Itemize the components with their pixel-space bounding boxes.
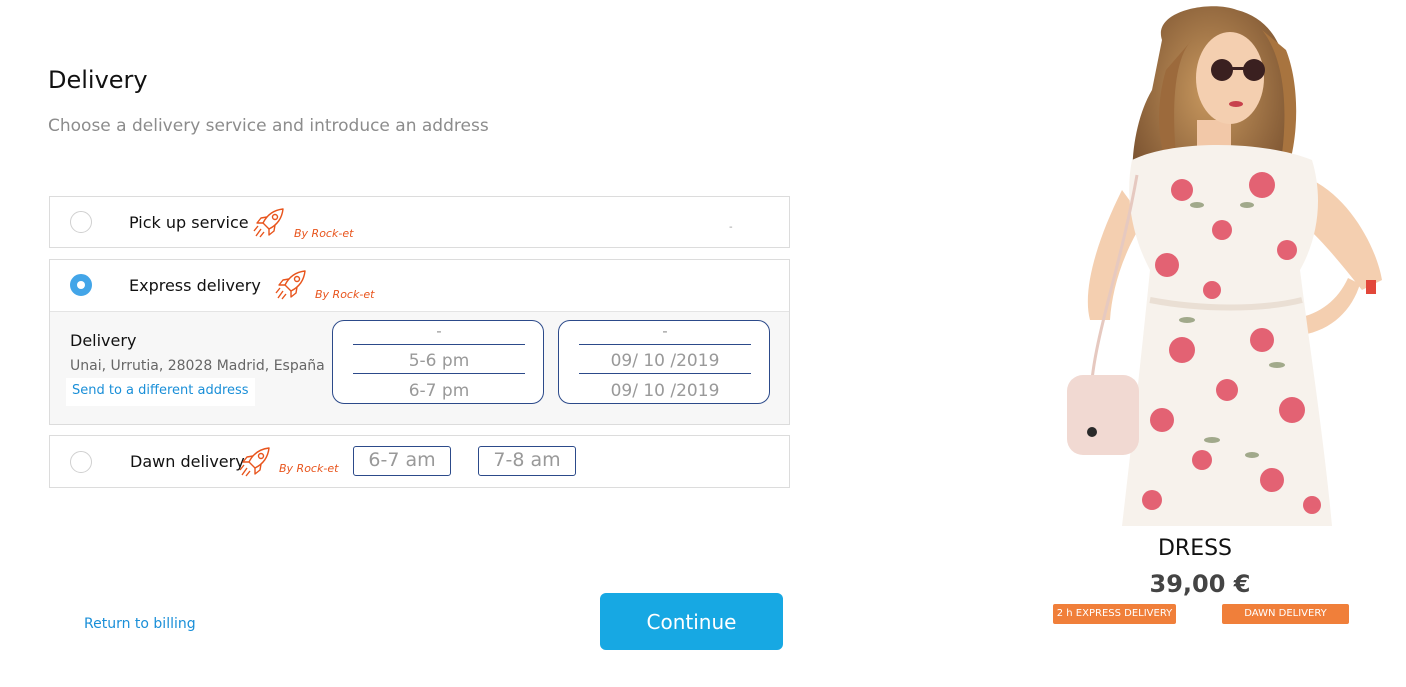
pickup-mark: -	[729, 222, 733, 233]
product-name: DRESS	[1157, 536, 1233, 561]
time-picker[interactable]: - 5-6 pm 6-7 pm	[332, 320, 544, 404]
product-image	[1067, 6, 1382, 526]
send-different-address-link[interactable]: Send to a different address	[66, 378, 255, 406]
express-byline: By Rock-et	[315, 288, 375, 301]
option-dawn-label: Dawn delivery	[130, 452, 245, 471]
return-to-billing-link[interactable]: Return to billing	[84, 616, 196, 632]
radio-pickup[interactable]	[70, 211, 92, 233]
dawn-byline: By Rock-et	[279, 462, 339, 475]
date-option[interactable]: 09/ 10 /2019	[579, 379, 751, 403]
page-title: Delivery	[48, 66, 148, 94]
continue-button[interactable]: Continue	[600, 593, 783, 650]
option-express-header[interactable]: Express delivery By Rock-et	[50, 260, 789, 312]
time-option[interactable]: 5-6 pm	[353, 348, 525, 374]
rocket-icon	[239, 447, 270, 477]
radio-express[interactable]	[70, 274, 92, 296]
dawn-delivery-badge: DAWN DELIVERY	[1222, 604, 1349, 624]
option-pickup-label: Pick up service	[129, 213, 249, 232]
date-picker[interactable]: - 09/ 10 /2019 09/ 10 /2019	[558, 320, 770, 404]
time-option[interactable]: 6-7 pm	[353, 379, 525, 403]
option-express[interactable]: Express delivery By Rock-et Delivery Una…	[49, 259, 790, 425]
product-price: 39,00 €	[1149, 570, 1251, 598]
date-option[interactable]: -	[579, 321, 751, 345]
option-pickup[interactable]: Pick up service By Rock-et	[49, 196, 790, 248]
radio-dawn[interactable]	[70, 451, 92, 473]
rocket-icon	[253, 208, 284, 238]
delivery-details-title: Delivery	[70, 331, 137, 350]
rocket-icon	[275, 270, 306, 300]
pickup-byline: By Rock-et	[294, 227, 354, 240]
option-dawn[interactable]: Dawn delivery By Rock-et 6-7 am 7-8 am	[49, 435, 790, 488]
dawn-slot-chip[interactable]: 6-7 am	[353, 446, 451, 476]
time-option[interactable]: -	[353, 321, 525, 345]
express-delivery-badge: 2 h EXPRESS DELIVERY	[1053, 604, 1176, 624]
dawn-slot-chip[interactable]: 7-8 am	[478, 446, 576, 476]
option-express-label: Express delivery	[129, 276, 261, 295]
page-subtitle: Choose a delivery service and introduce …	[48, 116, 489, 136]
date-option[interactable]: 09/ 10 /2019	[579, 348, 751, 374]
delivery-address: Unai, Urrutia, 28028 Madrid, España	[70, 358, 325, 374]
